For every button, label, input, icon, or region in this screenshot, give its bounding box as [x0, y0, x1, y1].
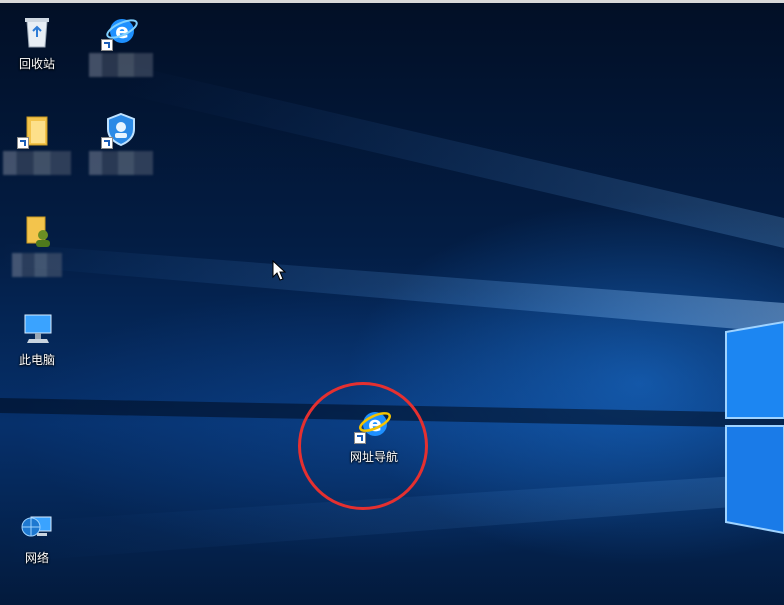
computer-icon: [24, 314, 52, 343]
desktop-icon-network[interactable]: 网络: [0, 507, 74, 566]
shortcut-arrow-icon: [101, 39, 113, 51]
wallpaper-beams: [0, 63, 784, 563]
desktop-icon-recycle-bin[interactable]: 回收站: [0, 13, 74, 72]
network-icon: [21, 516, 52, 537]
cursor-icon: [272, 260, 287, 281]
desktop-icon-this-pc[interactable]: 此电脑: [0, 309, 74, 368]
redacted-label: [3, 151, 71, 175]
desktop-icon-ie-blurred[interactable]: e: [84, 13, 158, 77]
desktop-icon-security-blurred[interactable]: [84, 111, 158, 175]
user-folder-icon: [26, 216, 50, 247]
highlight-circle: [298, 382, 428, 510]
redacted-label: [89, 53, 153, 77]
desktop: 回收站 e 此电脑 网络 e 网址导航: [0, 0, 784, 605]
redacted-label: [89, 151, 153, 175]
recycle-bin-icon: [25, 18, 49, 48]
desktop-icon-user-folder-blurred[interactable]: [0, 213, 74, 277]
shortcut-arrow-icon: [17, 137, 29, 149]
redacted-label: [12, 253, 62, 277]
this-pc-label: 此电脑: [18, 353, 55, 367]
recycle-bin-label: 回收站: [18, 57, 55, 71]
shortcut-arrow-icon: [101, 137, 113, 149]
windows-logo: [725, 320, 784, 535]
desktop-icon-folder-blurred[interactable]: [0, 111, 74, 175]
network-label: 网络: [24, 551, 49, 565]
